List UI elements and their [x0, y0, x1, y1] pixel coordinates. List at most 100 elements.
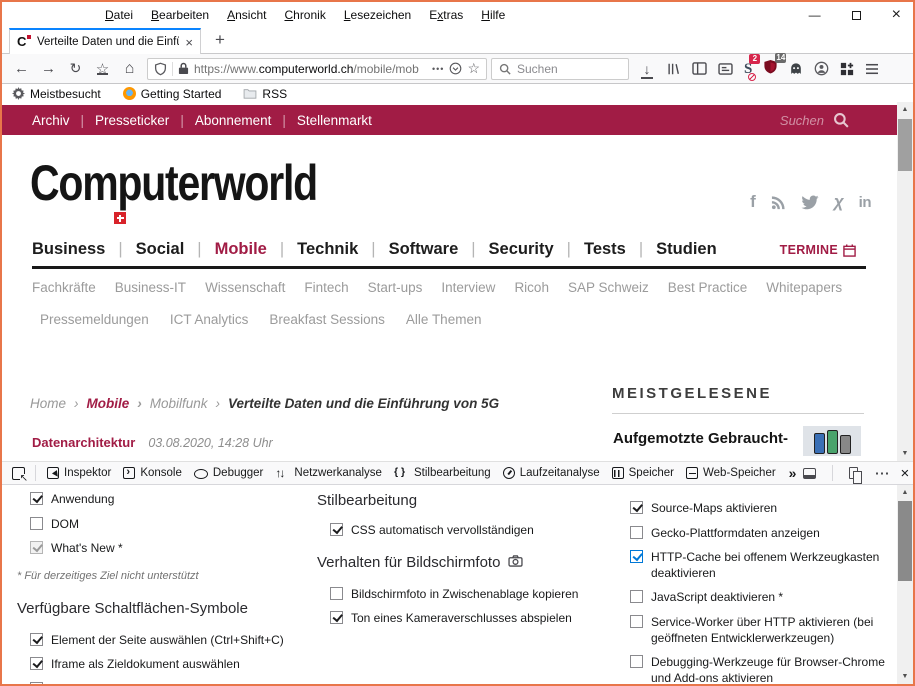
breadcrumb-item[interactable]: Home — [30, 396, 87, 411]
devtools-tab[interactable]: Laufzeitanalyse — [497, 462, 606, 484]
maximize-button[interactable] — [852, 11, 861, 20]
sub-nav-item[interactable]: Whitepapers — [766, 280, 842, 295]
checkbox[interactable] — [330, 523, 343, 536]
sidebar-article-thumbnail[interactable] — [803, 426, 861, 456]
bookmark-tray-icon[interactable]: ☆ — [89, 60, 116, 78]
devtools-tab[interactable]: Konsole — [117, 462, 188, 484]
bookmark-rss[interactable]: RSS — [243, 87, 287, 101]
facebook-icon[interactable]: f — [750, 192, 756, 212]
site-logo[interactable]: Computerworld — [30, 158, 317, 208]
termine-link[interactable]: TERMINE — [780, 243, 856, 257]
responsive-mode-icon[interactable] — [849, 467, 858, 479]
extensions-grid-icon[interactable] — [840, 62, 854, 76]
adblock-shield-icon[interactable]: 14 — [763, 59, 778, 79]
bookmark-star-icon[interactable]: ☆ — [467, 60, 480, 77]
back-icon[interactable]: ← — [8, 60, 35, 77]
main-nav-item[interactable]: Studien — [656, 240, 717, 259]
scroll-up-icon[interactable]: ▲ — [897, 485, 913, 500]
devtools-scrollbar[interactable]: ▲ ▼ — [897, 485, 913, 684]
sidebar-article-title[interactable]: Aufgemotzte Gebraucht- — [613, 430, 788, 447]
search-input[interactable] — [517, 62, 617, 76]
checkbox[interactable] — [30, 517, 43, 530]
checkbox[interactable] — [330, 611, 343, 624]
url-bar[interactable]: https://www.computerworld.ch/mobile/mob … — [147, 58, 487, 80]
scroll-up-icon[interactable]: ▲ — [897, 102, 913, 117]
sub-nav-item[interactable]: Best Practice — [668, 280, 748, 295]
devtools-overflow-icon[interactable]: » — [782, 465, 804, 481]
browser-tab[interactable]: C Verteilte Daten und die Einführ × — [9, 28, 201, 54]
sub-nav-item[interactable]: Start-ups — [368, 280, 423, 295]
scroll-down-icon[interactable]: ▼ — [897, 446, 913, 461]
scroll-down-icon[interactable]: ▼ — [897, 669, 913, 684]
main-nav-item[interactable]: Business — [32, 240, 136, 259]
devtools-tab[interactable]: Inspektor — [41, 462, 117, 484]
scrollbar-thumb[interactable] — [898, 501, 912, 581]
checkbox[interactable] — [630, 615, 643, 628]
menu-item[interactable]: Hilfe — [481, 8, 505, 22]
main-nav-item[interactable]: Mobile — [215, 240, 298, 259]
sidebar-toggle-icon[interactable] — [692, 62, 707, 75]
sub-nav-item[interactable]: Fintech — [304, 280, 348, 295]
main-nav-item[interactable]: Software — [389, 240, 489, 259]
reload-icon[interactable]: ↻ — [62, 60, 89, 77]
bookmark-meistbesucht[interactable]: Meistbesucht — [12, 87, 101, 101]
sub-nav-item[interactable]: SAP Schweiz — [568, 280, 649, 295]
sub-nav-item[interactable]: Alle Themen — [406, 312, 482, 327]
utility-nav-item[interactable]: Stellenmarkt — [297, 113, 372, 128]
menu-item[interactable]: Extras — [429, 8, 463, 22]
devtools-menu-icon[interactable]: ⋯ — [874, 464, 889, 482]
page-actions-icon[interactable]: ••• — [432, 64, 444, 74]
menu-item[interactable]: Chronik — [284, 8, 325, 22]
account-icon[interactable] — [814, 61, 829, 76]
downloads-icon[interactable]: ↓ — [639, 61, 655, 77]
main-nav-item[interactable]: Tests — [584, 240, 656, 259]
checkbox[interactable] — [30, 657, 43, 670]
main-nav-item[interactable]: Technik — [297, 240, 388, 259]
article-category-link[interactable]: Datenarchitektur — [32, 435, 135, 450]
linkedin-icon[interactable]: in — [859, 194, 871, 211]
menu-item[interactable]: Bearbeiten — [151, 8, 209, 22]
checkbox[interactable] — [30, 633, 43, 646]
utility-nav-item[interactable]: Presseticker — [95, 113, 195, 128]
checkbox[interactable] — [30, 492, 43, 505]
devtools-tab[interactable]: Stilbearbeitung — [388, 462, 497, 484]
tracking-shield-icon[interactable] — [154, 62, 167, 76]
lock-icon[interactable] — [178, 62, 189, 75]
main-nav-item[interactable]: Social — [136, 240, 215, 259]
sub-nav-item[interactable]: ICT Analytics — [170, 312, 249, 327]
ghost-mask-icon[interactable] — [789, 62, 803, 76]
bookmark-getting-started[interactable]: Getting Started — [123, 87, 222, 101]
devtools-close-icon[interactable]: × — [900, 465, 909, 482]
dock-bottom-icon[interactable] — [803, 468, 816, 479]
breadcrumb-item[interactable]: Verteilte Daten und die Einführung von 5… — [228, 396, 499, 411]
main-nav-item[interactable]: Security — [489, 240, 584, 259]
devtools-tab[interactable]: Web-Speicher — [680, 462, 782, 484]
pick-element-icon[interactable] — [12, 467, 25, 480]
sub-nav-item[interactable]: Wissenschaft — [205, 280, 285, 295]
window-close-button[interactable]: × — [892, 6, 901, 24]
menu-item[interactable]: Ansicht — [227, 8, 266, 22]
sub-nav-item[interactable]: Breakfast Sessions — [269, 312, 385, 327]
utility-nav-item[interactable]: Abonnement — [195, 113, 297, 128]
sub-nav-item[interactable]: Interview — [441, 280, 495, 295]
checkbox[interactable] — [30, 541, 43, 554]
minimize-button[interactable]: — — [809, 8, 821, 22]
checkbox[interactable] — [630, 526, 643, 539]
devtools-tab[interactable]: Debugger — [188, 462, 270, 484]
breadcrumb-item[interactable]: Mobilfunk — [150, 396, 228, 411]
menu-item[interactable]: Datei — [105, 8, 133, 22]
url-text[interactable]: https://www.computerworld.ch/mobile/mob — [194, 62, 427, 76]
checkbox[interactable] — [630, 655, 643, 668]
tab-close-icon[interactable]: × — [185, 35, 193, 50]
menu-item[interactable]: Lesezeichen — [344, 8, 411, 22]
site-search-icon[interactable] — [833, 112, 849, 128]
checkbox[interactable] — [30, 682, 43, 684]
xing-icon[interactable]: χ — [834, 192, 844, 212]
forward-icon[interactable]: → — [35, 60, 62, 77]
checkbox[interactable] — [630, 501, 643, 514]
scrollbar-thumb[interactable] — [898, 119, 912, 171]
devtools-tab[interactable]: Speicher — [606, 462, 680, 484]
sub-nav-item[interactable]: Business-IT — [115, 280, 186, 295]
extension-s-icon[interactable]: S 2 — [744, 60, 752, 78]
page-scrollbar[interactable]: ▲ ▼ — [897, 102, 913, 461]
